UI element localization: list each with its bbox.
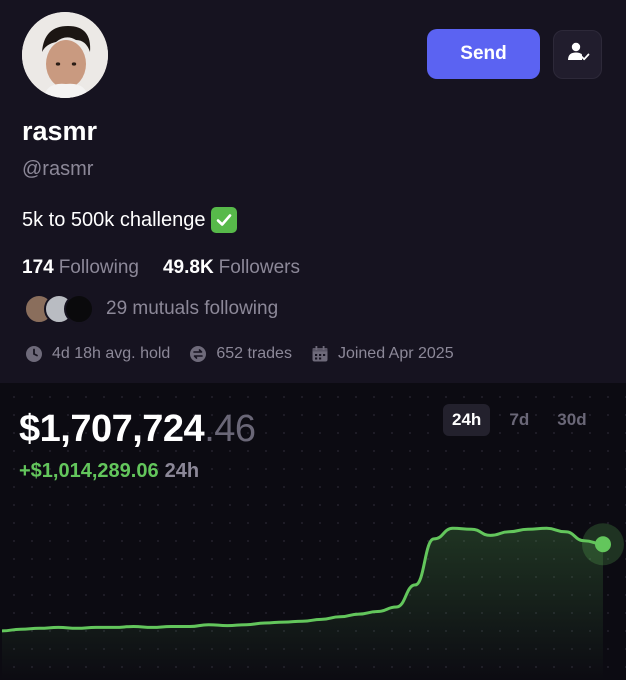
- followers-label: Followers: [218, 257, 300, 278]
- bio-text: 5k to 500k challenge: [22, 208, 206, 231]
- portfolio-panel: $1,707,724.46 +$1,014,289.06 24h 24h 7d 3…: [0, 383, 626, 680]
- avg-hold-text: 4d 18h avg. hold: [52, 345, 171, 362]
- profile-avatar[interactable]: [22, 12, 108, 98]
- joined: Joined Apr 2025: [310, 344, 454, 364]
- avg-hold: 4d 18h avg. hold: [24, 344, 170, 364]
- chart-current-point: [595, 536, 611, 553]
- user-handle: @rasmr: [22, 158, 94, 180]
- followers-stat[interactable]: 49.8K Followers: [163, 257, 300, 279]
- change-period: 24h: [164, 460, 200, 482]
- joined-text: Joined Apr 2025: [337, 345, 454, 362]
- mutual-avatar: [64, 294, 94, 324]
- profile-header: Send rasmr @rasmr 5k to 500k challenge 1…: [0, 0, 626, 383]
- portfolio-balance: $1,707,724.46: [19, 408, 256, 451]
- follow-stats: 174 Following 49.8K Followers: [22, 257, 300, 279]
- following-label: Following: [58, 257, 139, 278]
- range-tab-30d[interactable]: 30d: [548, 404, 595, 436]
- follow-button[interactable]: [553, 30, 602, 79]
- following-stat[interactable]: 174 Following: [22, 257, 139, 279]
- range-tab-7d[interactable]: 7d: [496, 404, 542, 436]
- chart-area: [2, 528, 603, 680]
- change-value: +$1,014,289.06: [19, 460, 159, 482]
- range-tabs: 24h 7d 30d: [443, 404, 596, 436]
- trades: 652 trades: [188, 344, 292, 364]
- calendar-icon: [310, 344, 330, 364]
- profile-meta: 4d 18h avg. hold 652 trades Joined Apr 2…: [24, 344, 454, 364]
- bio: 5k to 500k challenge: [22, 207, 238, 233]
- balance-main: $1,707,724: [19, 408, 205, 450]
- range-tab-24h[interactable]: 24h: [443, 404, 491, 436]
- balance-cents: .46: [204, 408, 256, 450]
- mutuals-row[interactable]: 29 mutuals following: [24, 294, 278, 324]
- swap-icon: [188, 344, 208, 364]
- send-button[interactable]: Send: [427, 29, 540, 79]
- trades-text: 652 trades: [216, 345, 292, 362]
- mutuals-text: 29 mutuals following: [106, 298, 279, 319]
- clock-icon: [24, 344, 44, 364]
- user-check-icon: [566, 40, 590, 69]
- portfolio-change: +$1,014,289.06 24h: [19, 460, 199, 483]
- check-mark-emoji-icon: [211, 207, 238, 233]
- following-count: 174: [22, 257, 54, 278]
- followers-count: 49.8K: [162, 257, 214, 278]
- display-name: rasmr: [22, 116, 98, 146]
